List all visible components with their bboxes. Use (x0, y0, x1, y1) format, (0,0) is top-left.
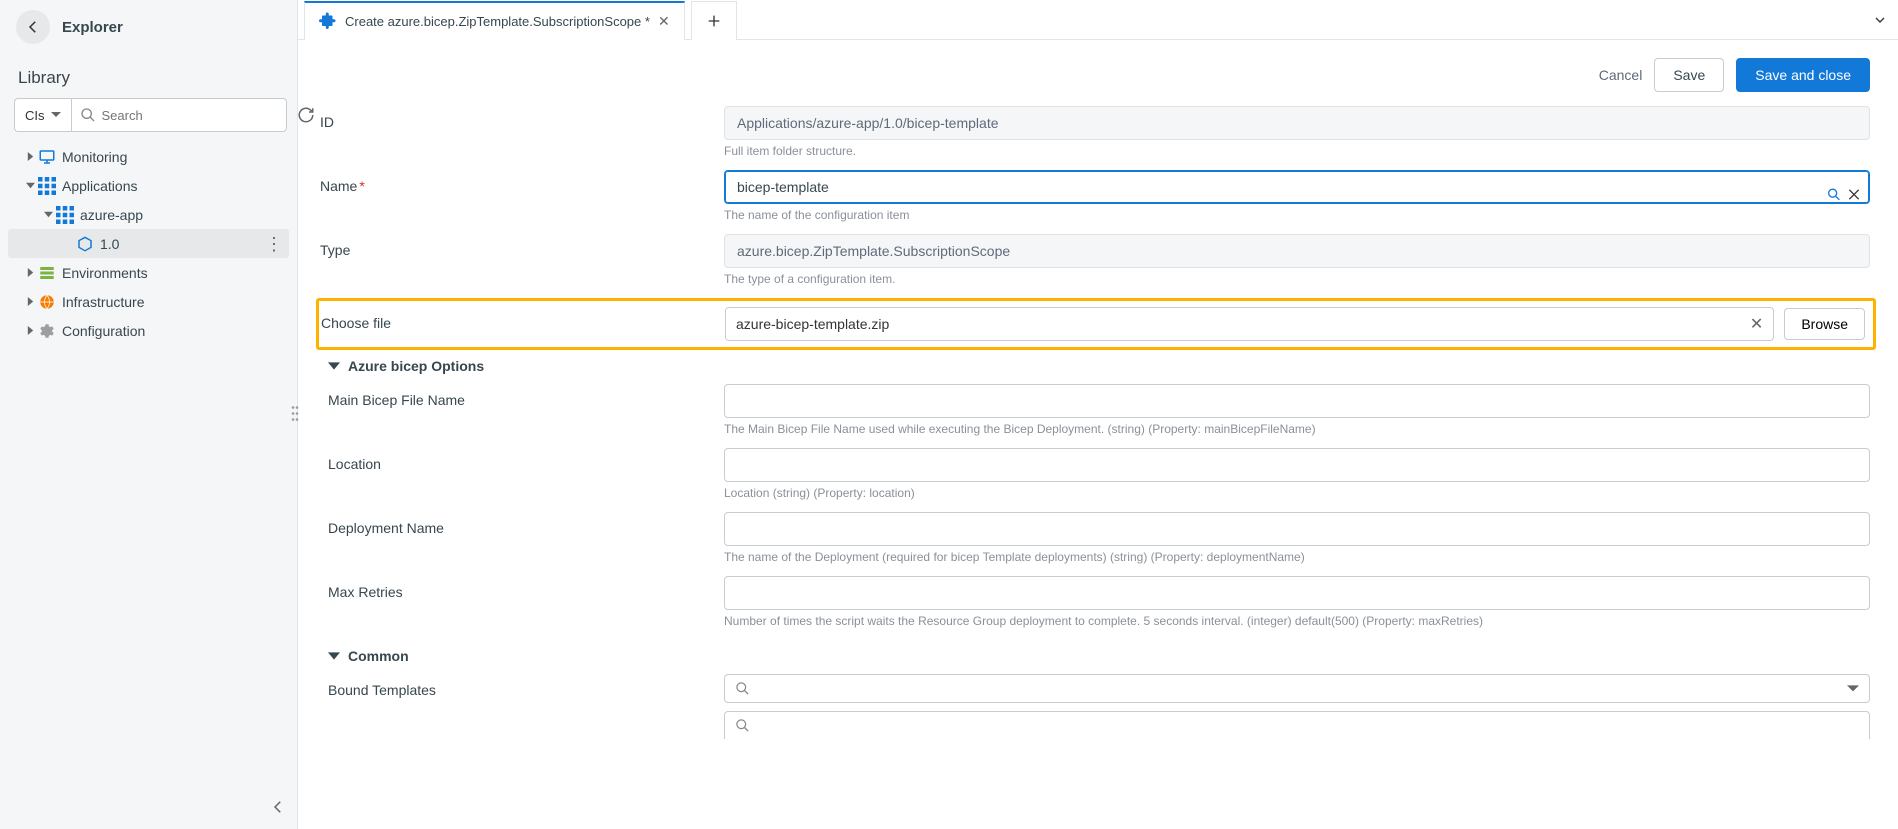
tree-environments[interactable]: Environments (8, 258, 289, 287)
tree-label: Monitoring (62, 149, 127, 165)
tree: Monitoring Applications azure-app 1.0 ⋮ (0, 142, 297, 345)
name-input[interactable] (724, 170, 1870, 204)
name-label: Name (320, 178, 357, 194)
file-value: azure-bicep-template.zip (736, 316, 889, 332)
browse-button[interactable]: Browse (1784, 308, 1865, 340)
save-button[interactable]: Save (1654, 58, 1724, 92)
section-common[interactable]: Common (320, 640, 1870, 674)
tree-label: Configuration (62, 323, 145, 339)
type-help: The type of a configuration item. (724, 272, 1870, 286)
bound-templates-select-2[interactable] (724, 711, 1870, 739)
divider-handle-icon[interactable] (291, 403, 299, 426)
choose-file-highlight: Choose file azure-bicep-template.zip ✕ B… (316, 298, 1876, 350)
name-help: The name of the configuration item (724, 208, 1870, 222)
retries-input[interactable] (724, 576, 1870, 610)
retries-help: Number of times the script waits the Res… (724, 614, 1870, 628)
tree-label: azure-app (80, 207, 143, 223)
tab-label: Create azure.bicep.ZipTemplate.Subscript… (345, 14, 650, 29)
close-icon[interactable]: ✕ (658, 13, 670, 30)
id-help: Full item folder structure. (724, 144, 1870, 158)
id-label: ID (320, 106, 724, 130)
search-input[interactable] (102, 108, 278, 123)
tree-azure-app[interactable]: azure-app (8, 200, 289, 229)
tree-label: Infrastructure (62, 294, 144, 310)
tree-monitoring[interactable]: Monitoring (8, 142, 289, 171)
deployment-input[interactable] (724, 512, 1870, 546)
deployment-help: The name of the Deployment (required for… (724, 550, 1870, 564)
deployment-label: Deployment Name (320, 512, 724, 536)
tree-applications[interactable]: Applications (8, 171, 289, 200)
sidebar: Explorer Library CIs (0, 0, 298, 829)
cis-dropdown[interactable]: CIs (14, 98, 71, 132)
main-bicep-label: Main Bicep File Name (320, 384, 724, 408)
clear-icon[interactable] (1846, 187, 1862, 206)
location-label: Location (320, 448, 724, 472)
location-input[interactable] (724, 448, 1870, 482)
save-close-button[interactable]: Save and close (1736, 58, 1870, 92)
tree-infrastructure[interactable]: Infrastructure (8, 287, 289, 316)
tree-configuration[interactable]: Configuration (8, 316, 289, 345)
main-bicep-help: The Main Bicep File Name used while exec… (724, 422, 1870, 436)
back-button[interactable] (16, 10, 50, 44)
library-title: Library (0, 54, 297, 98)
tabstrip: Create azure.bicep.ZipTemplate.Subscript… (298, 0, 1898, 40)
puzzle-icon (319, 11, 337, 32)
id-field: Applications/azure-app/1.0/bicep-templat… (724, 106, 1870, 140)
new-tab-button[interactable] (691, 1, 737, 40)
tab-create-item[interactable]: Create azure.bicep.ZipTemplate.Subscript… (304, 1, 685, 40)
clear-file-icon[interactable]: ✕ (1750, 314, 1763, 334)
file-input[interactable]: azure-bicep-template.zip ✕ (725, 307, 1774, 341)
search-box[interactable] (71, 98, 287, 132)
section-bicep-options[interactable]: Azure bicep Options (320, 350, 1870, 384)
type-field: azure.bicep.ZipTemplate.SubscriptionScop… (724, 234, 1870, 268)
tree-version[interactable]: 1.0 ⋮ (8, 229, 289, 258)
bound-templates-label: Bound Templates (320, 674, 724, 698)
main-bicep-input[interactable] (724, 384, 1870, 418)
type-label: Type (320, 234, 724, 258)
location-help: Location (string) (Property: location) (724, 486, 1870, 500)
required-marker: * (359, 178, 364, 194)
cancel-button[interactable]: Cancel (1599, 67, 1643, 83)
tree-label: Applications (62, 178, 138, 194)
content: Create azure.bicep.ZipTemplate.Subscript… (298, 0, 1898, 829)
explorer-title: Explorer (62, 19, 123, 36)
tree-label: Environments (62, 265, 148, 281)
bound-templates-select[interactable] (724, 674, 1870, 703)
retries-label: Max Retries (320, 576, 724, 600)
more-icon[interactable]: ⋮ (265, 235, 283, 253)
expand-icon[interactable] (1862, 0, 1898, 39)
tree-label: 1.0 (100, 236, 119, 252)
lookup-icon[interactable] (1826, 187, 1842, 206)
collapse-sidebar-icon[interactable] (269, 798, 287, 819)
choose-file-label: Choose file (321, 307, 725, 331)
